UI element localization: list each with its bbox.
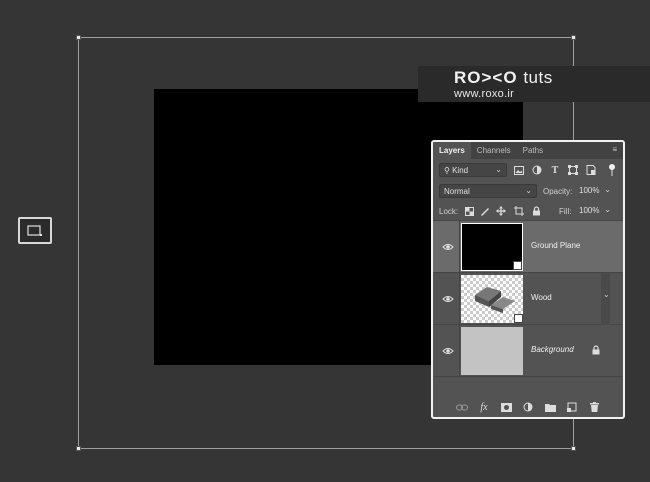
transform-handle-bottom-left[interactable] <box>76 446 81 451</box>
transform-handle-bottom-right[interactable] <box>571 446 576 451</box>
artboard-icon <box>27 224 42 236</box>
filter-row: ⚲ Kind ⌄ T <box>433 159 623 181</box>
layer-name: Wood <box>531 293 552 302</box>
folder-icon[interactable] <box>543 401 557 413</box>
filter-toggle[interactable] <box>609 164 615 176</box>
layer-thumbnail <box>461 275 523 323</box>
tab-channels[interactable]: Channels <box>471 142 517 159</box>
watermark-url: www.roxo.ir <box>454 88 515 100</box>
chevron-down-icon: ⌄ <box>525 186 532 195</box>
smart-object-filter-icon[interactable] <box>585 165 597 175</box>
adjustment-icon[interactable] <box>521 401 535 413</box>
filter-kind-label: Kind <box>452 166 469 175</box>
eye-icon[interactable] <box>442 294 454 304</box>
blend-mode-select[interactable]: Normal ⌄ <box>439 184 537 198</box>
chevron-down-icon: ⌄ <box>604 185 611 194</box>
eye-icon[interactable] <box>442 346 454 356</box>
opacity-value: 100% <box>579 186 600 195</box>
new-layer-icon[interactable] <box>565 401 579 413</box>
panel-menu-icon[interactable]: ≡ <box>612 145 617 154</box>
filter-kind-select[interactable]: ⚲ Kind ⌄ <box>439 163 507 177</box>
opacity-label: Opacity: <box>543 187 573 196</box>
lock-icon <box>592 345 600 355</box>
transform-handle-top-left[interactable] <box>76 35 81 40</box>
mask-icon[interactable] <box>499 401 513 413</box>
watermark: RO><O tuts www.roxo.ir <box>418 66 650 102</box>
watermark-logo-suffix: tuts <box>523 68 553 87</box>
lock-artboard-icon[interactable] <box>513 205 525 217</box>
lock-all-icon[interactable] <box>530 205 542 217</box>
adjustment-filter-icon[interactable] <box>531 165 543 175</box>
layer-thumbnail <box>461 327 523 375</box>
lock-label: Lock: <box>439 207 459 216</box>
trash-icon[interactable] <box>587 401 601 413</box>
fill-label: Fill: <box>559 207 572 216</box>
panel-tabs: Layers Channels Paths ≡ <box>433 142 623 159</box>
transform-handle-top-right[interactable] <box>571 35 576 40</box>
lock-transparent-icon[interactable] <box>463 205 475 217</box>
filter-toggle-track <box>611 170 613 176</box>
chevron-down-icon: ⌄ <box>495 165 502 174</box>
opacity-field[interactable]: 100% ⌄ <box>575 184 615 198</box>
search-icon: ⚲ <box>444 166 450 175</box>
fill-value: 100% <box>579 206 600 215</box>
layer-name: Ground Plane <box>531 241 581 250</box>
eye-icon[interactable] <box>442 242 454 252</box>
smart-object-badge-icon <box>514 314 523 323</box>
watermark-logo-text: RO><O <box>454 68 518 87</box>
tab-layers[interactable]: Layers <box>433 142 471 159</box>
lock-pixels-icon[interactable] <box>479 205 491 217</box>
shape-filter-icon[interactable] <box>567 165 579 175</box>
chevron-down-icon[interactable]: ⌄ <box>603 290 610 299</box>
lock-position-icon[interactable] <box>495 205 507 217</box>
blend-mode-value: Normal <box>444 187 470 196</box>
fill-field[interactable]: 100% ⌄ <box>575 204 615 218</box>
panel-footer: fx <box>433 397 623 417</box>
tab-paths[interactable]: Paths <box>517 142 549 159</box>
layer-name: Background <box>531 345 574 354</box>
layers-panel: Layers Channels Paths ≡ ⚲ Kind ⌄ T Norma… <box>431 140 625 419</box>
layer-row-ground-plane[interactable]: Ground Plane <box>433 221 623 273</box>
watermark-logo: RO><O tuts <box>454 68 650 88</box>
link-icon[interactable] <box>455 401 469 413</box>
layer-row-background[interactable]: Background <box>433 325 623 377</box>
blend-row: Normal ⌄ Opacity: 100% ⌄ <box>433 181 623 201</box>
type-filter-icon[interactable]: T <box>549 165 561 176</box>
chevron-down-icon: ⌄ <box>604 205 611 214</box>
artboard-tool-button[interactable] <box>18 217 52 244</box>
layer-row-wood[interactable]: Wood ⌄ <box>433 273 623 325</box>
effects-column <box>601 273 610 325</box>
smart-object-badge-icon <box>513 261 522 270</box>
fx-icon[interactable]: fx <box>477 401 491 413</box>
layer-thumbnail <box>461 223 523 271</box>
image-filter-icon[interactable] <box>513 165 525 175</box>
lock-row: Lock: Fill: 100% ⌄ <box>433 201 623 221</box>
